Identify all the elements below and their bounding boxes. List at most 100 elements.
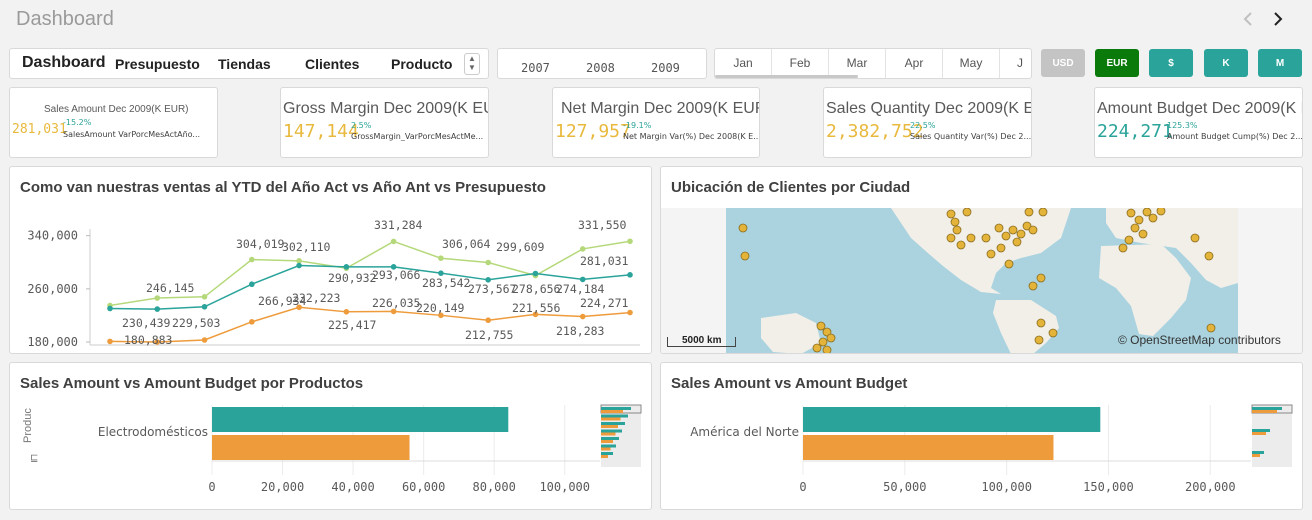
preview-bar — [1252, 429, 1270, 432]
data-point — [627, 272, 633, 278]
bar-panel-products[interactable]: Sales Amount vs Amount Budget por Produc… — [9, 362, 652, 510]
preview-bar — [1252, 410, 1277, 413]
data-label: 246,145 — [146, 281, 194, 295]
kpi-sub: SalesAmount VarPorcMesActAño... — [63, 130, 201, 139]
kpi-pct: 22.5% — [910, 121, 936, 130]
chevron-left-icon[interactable] — [1238, 8, 1258, 30]
kpi-sub: Amount Budget Cump(%) Dec 2... — [1167, 132, 1303, 141]
usd-button[interactable]: USD — [1041, 49, 1085, 77]
line-chart-panel[interactable]: Como van nuestras ventas al YTD del Año … — [9, 166, 652, 354]
eur-button[interactable]: EUR — [1095, 49, 1139, 77]
month-jan[interactable]: Jan — [715, 49, 772, 78]
data-label: 278,656 — [512, 282, 561, 296]
data-label: 230,439 — [122, 316, 171, 330]
data-label: 331,550 — [578, 218, 627, 232]
preview-bar — [601, 410, 623, 413]
month-jun[interactable]: J — [1000, 49, 1031, 78]
dollar-button[interactable]: $ — [1149, 49, 1193, 77]
bar — [803, 435, 1054, 460]
kpi-value: 127,957 — [555, 121, 631, 142]
kpi-sales-quantity[interactable]: Sales Quantity Dec 2009(K E... 2,382,752… — [823, 87, 1032, 158]
bar-panel-regions[interactable]: Sales Amount vs Amount Budget 0 50,000 100… — [660, 362, 1303, 510]
tab-presupuesto[interactable]: Presupuesto — [115, 56, 200, 72]
millions-button[interactable]: M — [1258, 49, 1302, 77]
x-tick-label: 0 — [799, 480, 806, 494]
data-point — [249, 281, 255, 288]
x-tick-label: 0 — [208, 480, 215, 494]
data-label: 283,542 — [422, 276, 470, 290]
preview-bar — [601, 417, 621, 421]
data-point — [438, 255, 444, 262]
preview-bar — [601, 429, 622, 433]
bar-chart-regions: 0 50,000 100,000 150,000 200,000 América del … — [690, 404, 1293, 494]
kpi-sub: Net Margin Var(%) Dec 2008(K E... — [623, 132, 760, 141]
map-scale: 5000 km — [667, 336, 737, 347]
kpi-sub: GrossMargin_VarPorcMesActMe... — [351, 132, 484, 141]
data-label: 281,031 — [580, 254, 629, 268]
kpi-gross-margin[interactable]: Gross Margin Dec 2009(K EUR) 147,144 2.5… — [280, 87, 489, 158]
month-apr[interactable]: Apr — [886, 49, 943, 78]
data-label: 306,064 — [442, 237, 491, 251]
month-may[interactable]: May — [943, 49, 1000, 78]
x-tick-label: 100,000 — [981, 480, 1032, 494]
map-attribution[interactable]: © OpenStreetMap contributors — [1118, 333, 1281, 347]
preview-bar — [1252, 451, 1264, 454]
kpi-net-margin[interactable]: Net Margin Dec 2009(K EUR) 127,957 -19.1… — [552, 87, 760, 158]
x-tick-label: 60,000 — [402, 480, 445, 494]
data-point — [579, 246, 586, 252]
kpi-sales-amount[interactable]: Sales Amount Dec 2009(K EUR) 281,031 -15… — [9, 87, 218, 158]
chevron-right-icon[interactable] — [1268, 8, 1288, 30]
kpi-title: Sales Quantity Dec 2009(K E... — [826, 100, 1031, 117]
data-point — [627, 238, 633, 245]
data-point — [627, 309, 633, 316]
data-point — [579, 313, 586, 320]
x-tick-label: 200,000 — [1185, 480, 1236, 494]
year-2009[interactable]: 2009 — [651, 61, 680, 75]
y-tick-label: 180,000 — [27, 335, 78, 349]
month-filter: Jan Feb Mar Apr May J — [714, 48, 1032, 79]
tab-tiendas[interactable]: Tiendas — [218, 56, 271, 72]
x-tick-label: 100,000 — [539, 480, 590, 494]
preview-bar — [601, 432, 616, 436]
month-mar[interactable]: Mar — [829, 49, 886, 78]
data-point — [107, 338, 113, 345]
year-2008[interactable]: 2008 — [586, 61, 615, 75]
kpi-value: 147,144 — [283, 121, 359, 142]
thousands-button[interactable]: K — [1204, 49, 1248, 77]
data-label: 331,284 — [374, 218, 423, 232]
tab-producto[interactable]: Producto — [391, 56, 452, 72]
data-point — [249, 319, 255, 325]
kpi-pct: 2.5% — [351, 121, 372, 130]
kpi-amount-budget[interactable]: Amount Budget Dec 2009(K EUR) 224,271 12… — [1094, 87, 1303, 158]
tab-clientes[interactable]: Clientes — [305, 56, 359, 72]
tabs-scroll-icon[interactable]: ▲ ▼ — [464, 53, 480, 75]
kpi-sub: Sales Quantity Var(%) Dec 2... — [910, 132, 1032, 141]
data-point — [201, 337, 208, 343]
tab-dashboard[interactable]: Dashboard — [22, 54, 106, 72]
page-title: Dashboard — [16, 8, 114, 30]
bar — [212, 407, 509, 432]
month-scrollbar[interactable] — [715, 75, 858, 78]
kpi-title: Sales Amount Dec 2009(K EUR) — [44, 104, 189, 115]
panel-title: Ubicación de Clientes por Ciudad — [671, 179, 911, 196]
preview-bar — [601, 440, 613, 443]
month-feb[interactable]: Feb — [772, 49, 829, 78]
x-tick-label: 20,000 — [261, 480, 304, 494]
x-tick-label: 80,000 — [473, 480, 516, 494]
preview-bar — [1252, 432, 1266, 435]
bar — [803, 407, 1101, 432]
data-point — [296, 262, 302, 269]
map-panel[interactable]: Ubicación de Clientes por Ciudad 5000 km… — [660, 166, 1303, 354]
y-tick-label: 340,000 — [27, 229, 78, 243]
preview-bar — [601, 437, 619, 440]
kpi-pct: -19.1% — [623, 121, 652, 130]
data-point — [485, 259, 491, 266]
category-label: América del Norte — [690, 425, 799, 439]
kpi-title: Gross Margin Dec 2009(K EUR) — [283, 100, 488, 117]
kpi-value: 2,382,752 — [826, 121, 924, 142]
year-2007[interactable]: 2007 — [521, 61, 550, 75]
data-label: 229,503 — [172, 316, 221, 330]
kpi-title: Amount Budget Dec 2009(K EUR) — [1097, 100, 1302, 117]
year-filter: 2007 2008 2009 — [497, 48, 707, 79]
preview-bar — [601, 414, 628, 418]
